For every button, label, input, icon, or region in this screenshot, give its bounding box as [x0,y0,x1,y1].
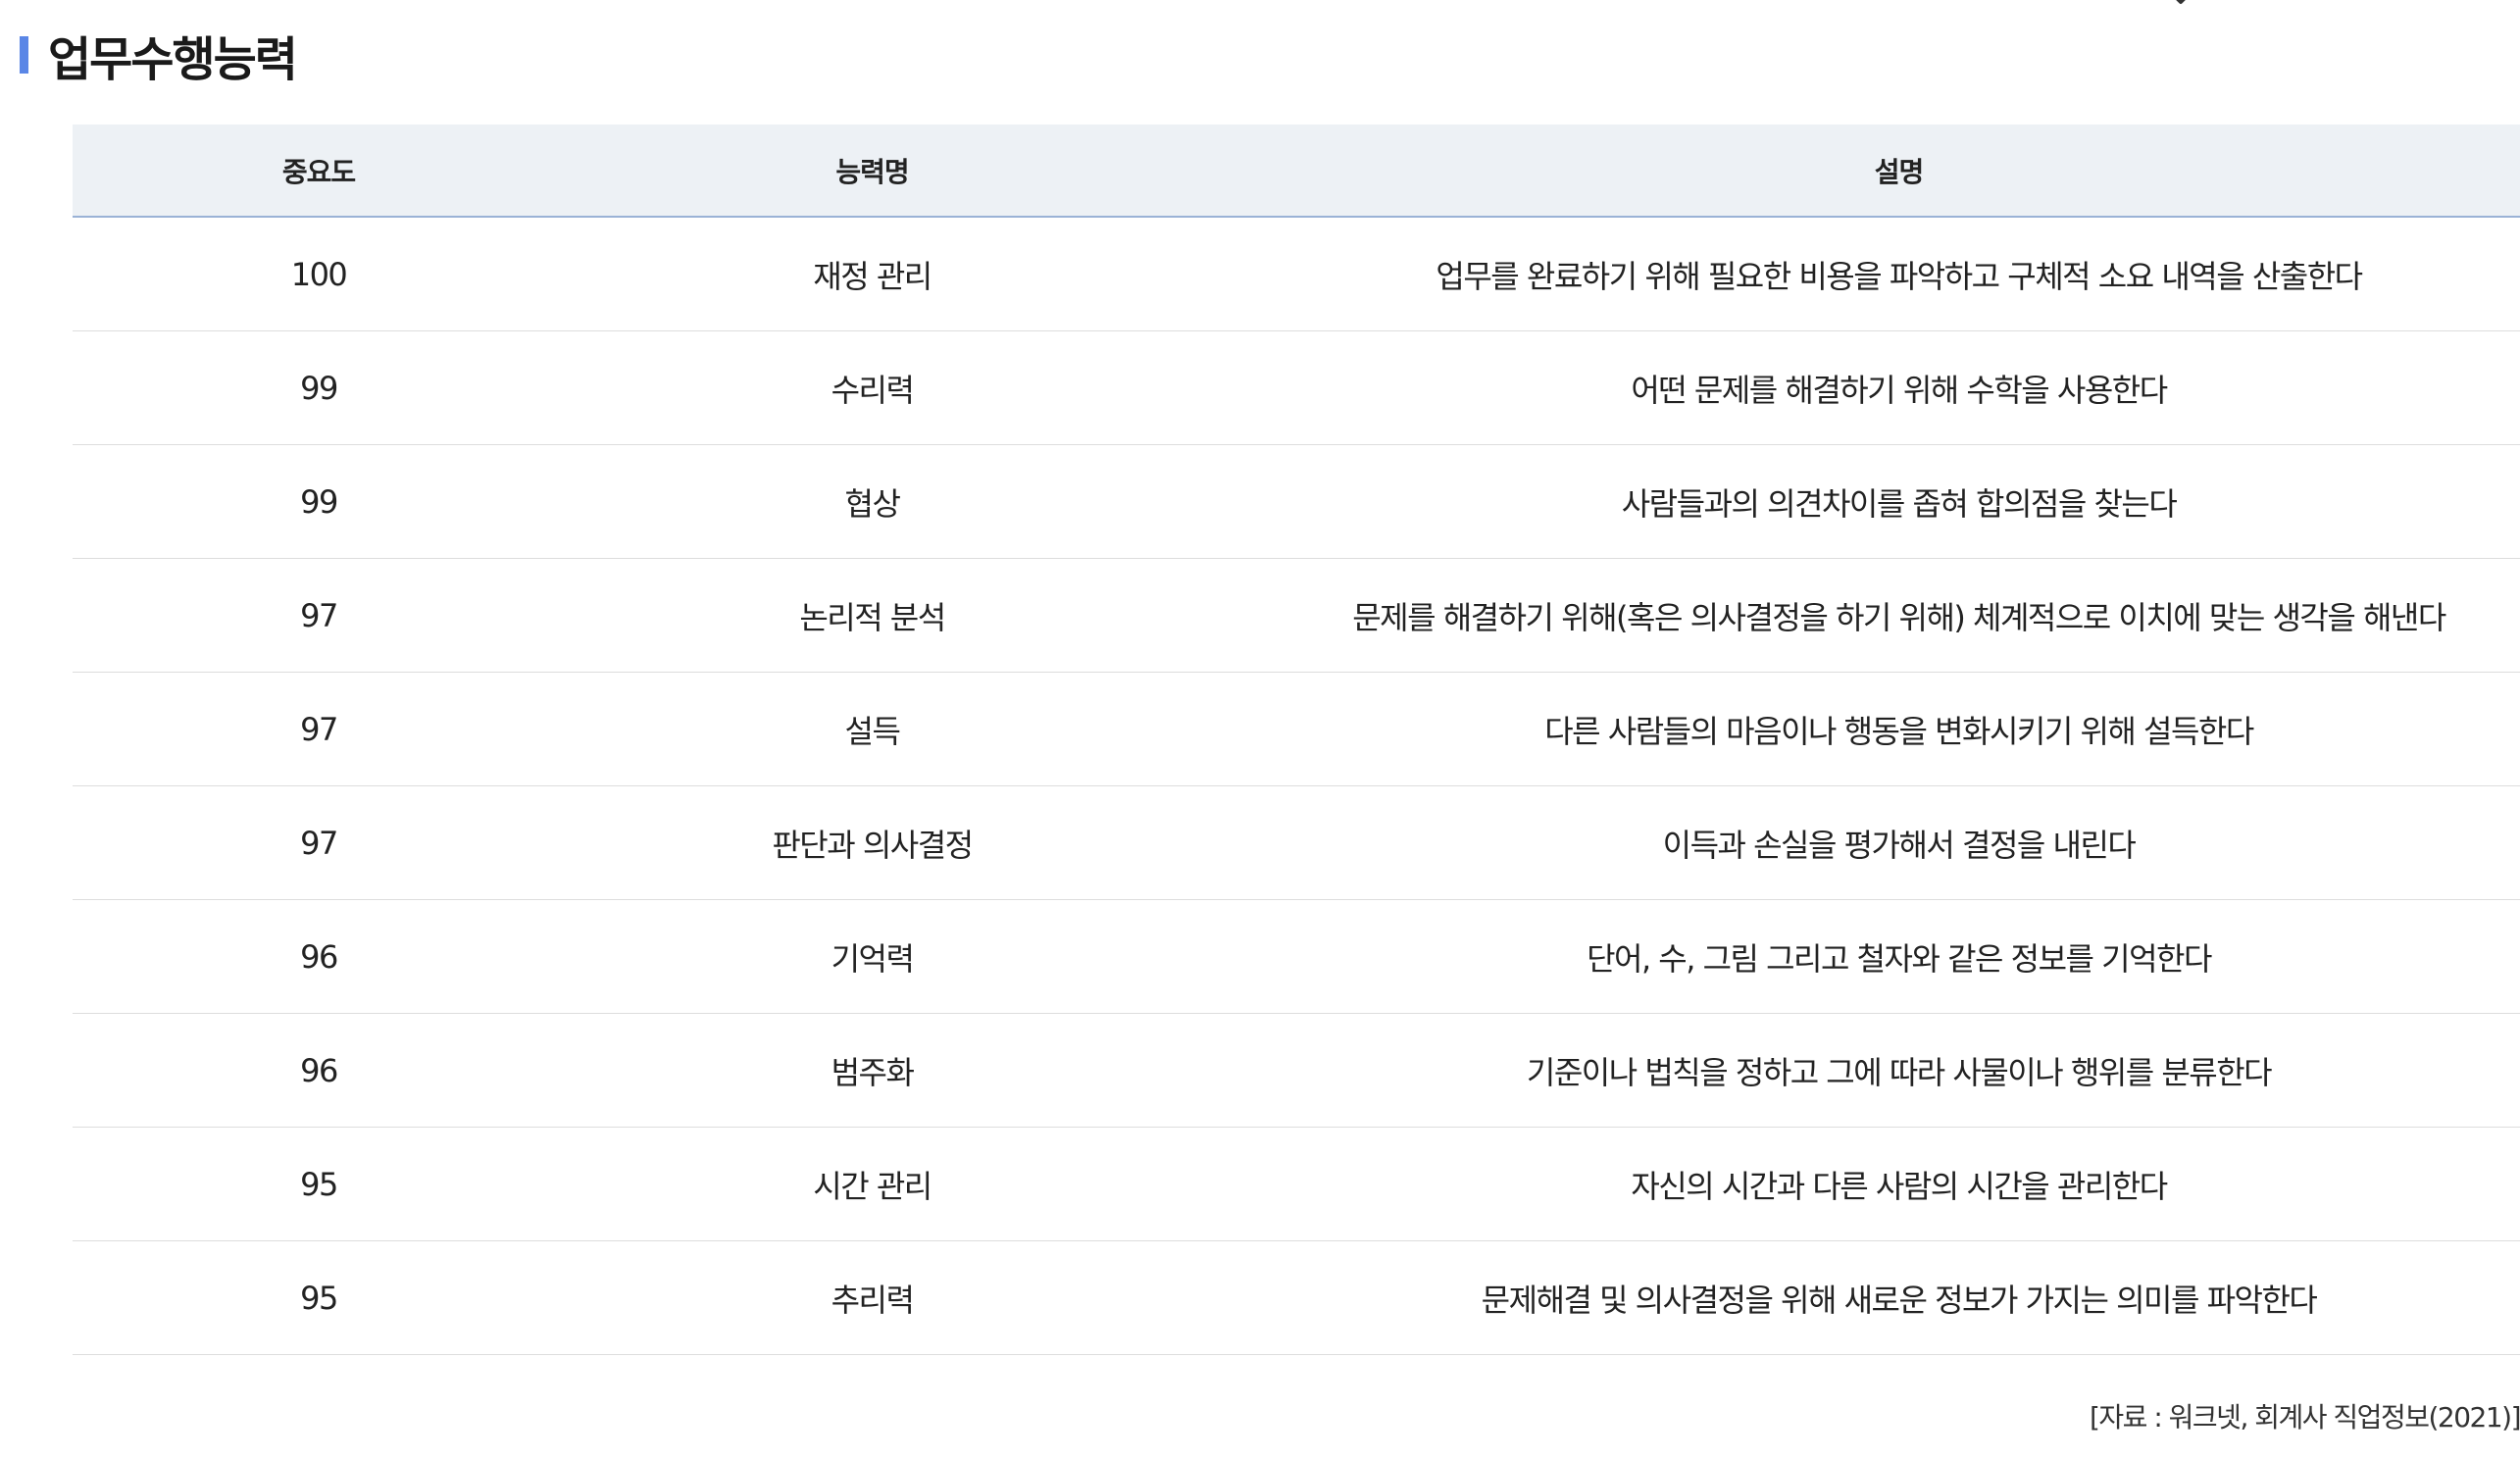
header-importance[interactable]: 중요도 [73,125,565,218]
description-cell: 문제를 해결하기 위해(혹은 의사결정을 하기 위해) 체계적으로 이치에 맞는… [1180,558,2520,673]
description-cell: 자신의 시간과 다른 사람의 시간을 관리한다 [1180,1127,2520,1241]
ability-name-cell: 논리적 분석 [565,558,1180,673]
description-cell: 문제해결 및 의사결정을 위해 새로운 정보가 가지는 의미를 파악한다 [1180,1240,2520,1355]
importance-cell: 99 [73,444,565,559]
description-cell: 업무를 완료하기 위해 필요한 비용을 파악하고 구체적 소요 내역을 산출한다 [1180,217,2520,331]
chevron-down-icon[interactable] [2169,0,2192,6]
ability-name-cell: 기억력 [565,899,1180,1014]
description-cell: 어떤 문제를 해결하기 위해 수학을 사용한다 [1180,330,2520,445]
ability-name-cell: 설득 [565,672,1180,786]
importance-cell: 99 [73,330,565,445]
section-heading: 업무수행능력 [20,24,298,87]
importance-cell: 97 [73,785,565,900]
ability-name-cell: 수리력 [565,330,1180,445]
table-row: 97 판단과 의사결정 이득과 손실을 평가해서 결정을 내린다 [73,785,2520,900]
header-ability-name[interactable]: 능력명 [565,125,1180,218]
ability-name-cell: 범주화 [565,1013,1180,1128]
ability-table: 중요도 능력명 설명 100 재정 관리 업무를 완료하기 위해 필요한 비용을 파… [73,125,2520,1355]
table-row: 96 범주화 기준이나 법칙을 정하고 그에 따라 사물이나 행위를 분류한다 [73,1013,2520,1128]
importance-cell: 96 [73,1013,565,1128]
importance-cell: 97 [73,672,565,786]
importance-cell: 100 [73,217,565,331]
table-row: 97 논리적 분석 문제를 해결하기 위해(혹은 의사결정을 하기 위해) 체계적으… [73,558,2520,673]
ability-name-cell: 협상 [565,444,1180,559]
description-cell: 이득과 손실을 평가해서 결정을 내린다 [1180,785,2520,900]
table-row: 96 기억력 단어, 수, 그림 그리고 철자와 같은 정보를 기억한다 [73,899,2520,1014]
description-cell: 단어, 수, 그림 그리고 철자와 같은 정보를 기억한다 [1180,899,2520,1014]
source-caption: [자료 : 워크넷, 회계사 직업정보(2021)] [2089,1401,2520,1434]
ability-name-cell: 추리력 [565,1240,1180,1355]
description-cell: 다른 사람들의 마음이나 행동을 변화시키기 위해 설득한다 [1180,672,2520,786]
ability-name-cell: 시간 관리 [565,1127,1180,1241]
table-header: 중요도 능력명 설명 [73,125,2520,218]
ability-name-cell: 재정 관리 [565,217,1180,331]
importance-cell: 96 [73,899,565,1014]
ability-name-cell: 판단과 의사결정 [565,785,1180,900]
title-accent-bar [20,36,28,74]
ability-table-container: 중요도 능력명 설명 100 재정 관리 업무를 완료하기 위해 필요한 비용을 파… [73,125,2520,1355]
description-cell: 기준이나 법칙을 정하고 그에 따라 사물이나 행위를 분류한다 [1180,1013,2520,1128]
importance-cell: 97 [73,558,565,673]
table-row: 95 시간 관리 자신의 시간과 다른 사람의 시간을 관리한다 [73,1127,2520,1241]
table-row: 97 설득 다른 사람들의 마음이나 행동을 변화시키기 위해 설득한다 [73,672,2520,786]
table-row: 100 재정 관리 업무를 완료하기 위해 필요한 비용을 파악하고 구체적 소요 … [73,217,2520,331]
section-title: 업무수행능력 [48,32,298,87]
description-cell: 사람들과의 의견차이를 좁혀 합의점을 찾는다 [1180,444,2520,559]
importance-cell: 95 [73,1127,565,1241]
table-body: 100 재정 관리 업무를 완료하기 위해 필요한 비용을 파악하고 구체적 소요 … [73,217,2520,1355]
table-row: 99 협상 사람들과의 의견차이를 좁혀 합의점을 찾는다 [73,444,2520,559]
table-header-row: 중요도 능력명 설명 [73,125,2520,218]
table-row: 99 수리력 어떤 문제를 해결하기 위해 수학을 사용한다 [73,330,2520,445]
importance-cell: 95 [73,1240,565,1355]
table-row: 95 추리력 문제해결 및 의사결정을 위해 새로운 정보가 가지는 의미를 파악한… [73,1240,2520,1355]
header-description[interactable]: 설명 [1180,125,2520,218]
